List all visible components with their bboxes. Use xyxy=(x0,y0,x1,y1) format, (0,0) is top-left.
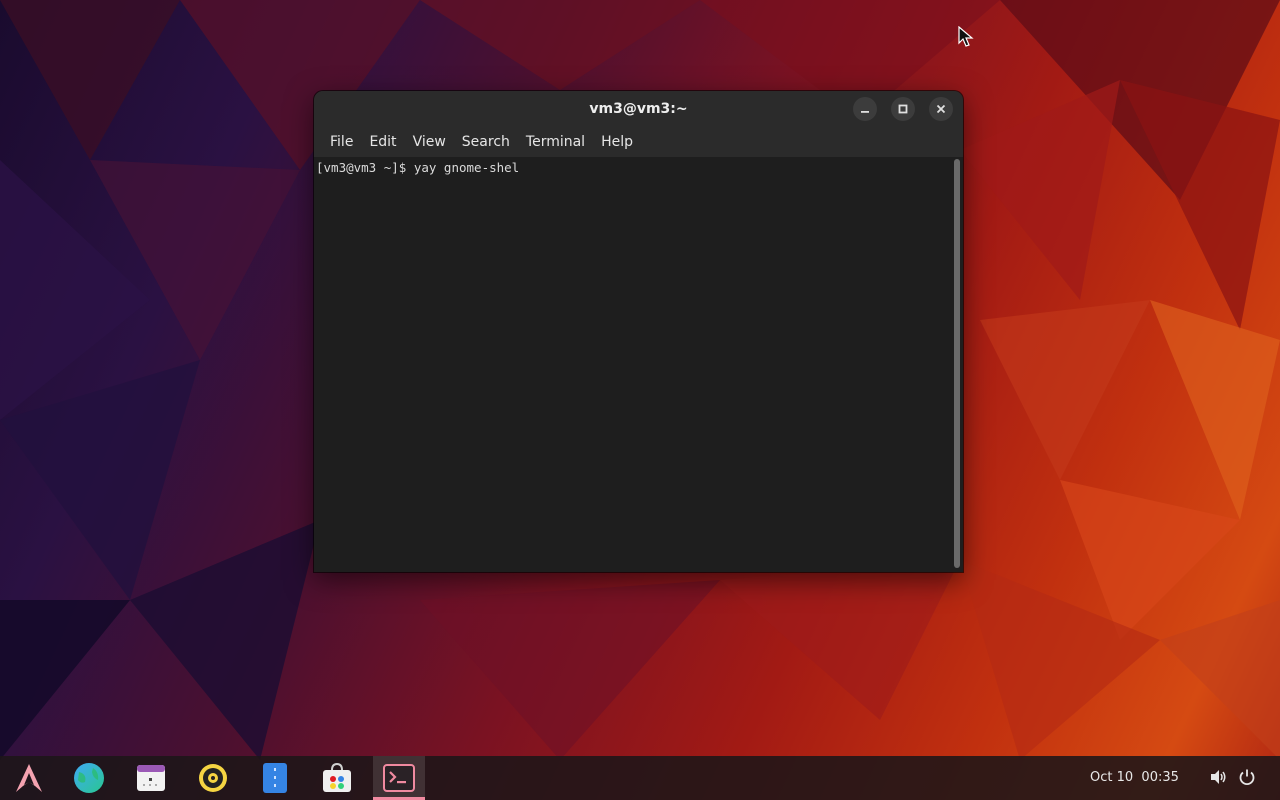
minimize-icon xyxy=(861,111,869,113)
menu-terminal[interactable]: Terminal xyxy=(518,127,593,157)
terminal-scrollbar[interactable] xyxy=(954,159,960,568)
close-icon xyxy=(936,104,946,114)
menu-file[interactable]: File xyxy=(322,127,361,157)
web-browser-icon[interactable] xyxy=(63,756,115,800)
window-title: vm3@vm3:~ xyxy=(589,101,688,117)
clock[interactable]: Oct 10 00:35 xyxy=(1090,756,1179,800)
menubar: File Edit View Search Terminal Help xyxy=(314,127,963,157)
volume-icon[interactable] xyxy=(1209,768,1227,786)
close-button[interactable] xyxy=(929,97,953,121)
clock-time: 00:35 xyxy=(1141,770,1179,785)
terminal-command-line: [vm3@vm3 ~]$ yay gnome-shel xyxy=(316,160,520,175)
clock-date: Oct 10 xyxy=(1090,770,1134,785)
minimize-button[interactable] xyxy=(853,97,877,121)
menu-search[interactable]: Search xyxy=(454,127,518,157)
arch-logo-icon[interactable] xyxy=(3,756,55,800)
maximize-button[interactable] xyxy=(891,97,915,121)
terminal-icon[interactable] xyxy=(373,756,425,800)
power-icon[interactable] xyxy=(1238,768,1256,786)
software-store-icon[interactable] xyxy=(311,756,363,800)
maximize-icon xyxy=(898,104,908,114)
taskbar: Oct 10 00:35 xyxy=(0,756,1280,800)
mouse-pointer-icon xyxy=(958,26,974,47)
terminal-window[interactable]: vm3@vm3:~ File Edit View Search Terminal… xyxy=(314,91,963,572)
music-player-icon[interactable] xyxy=(187,756,239,800)
menu-view[interactable]: View xyxy=(405,127,454,157)
file-manager-icon[interactable] xyxy=(249,756,301,800)
menu-edit[interactable]: Edit xyxy=(361,127,404,157)
calendar-icon[interactable] xyxy=(125,756,177,800)
window-titlebar[interactable]: vm3@vm3:~ xyxy=(314,91,963,127)
terminal-area[interactable]: [vm3@vm3 ~]$ yay gnome-shel xyxy=(314,157,963,572)
menu-help[interactable]: Help xyxy=(593,127,641,157)
